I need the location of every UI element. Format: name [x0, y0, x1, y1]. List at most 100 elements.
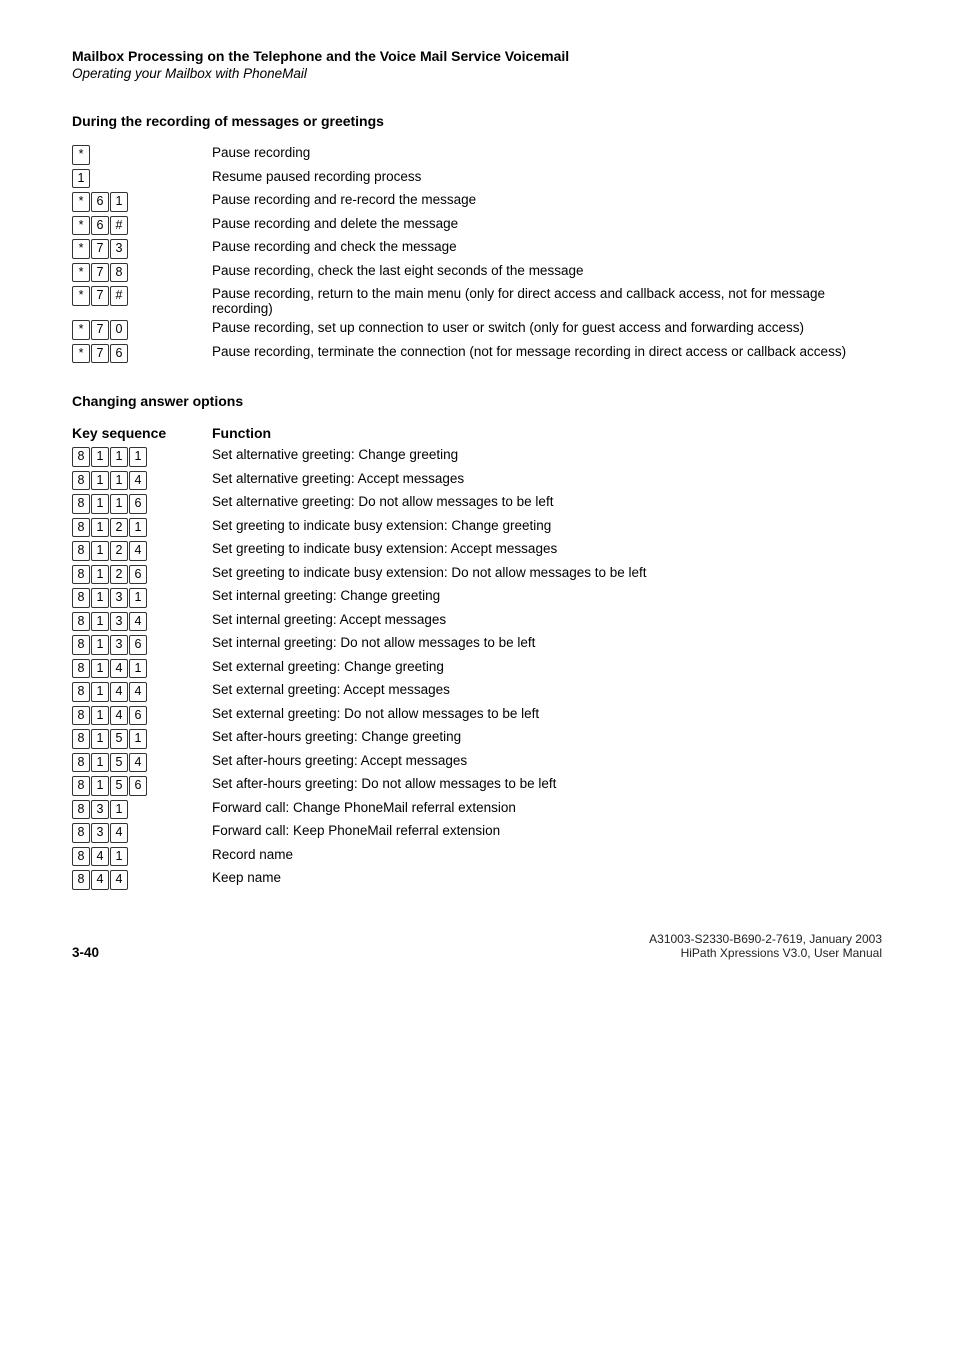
page-header: Mailbox Processing on the Telephone and …: [72, 48, 882, 81]
function-cell: Pause recording, terminate the connectio…: [212, 342, 882, 366]
key-badge: 1: [110, 447, 128, 467]
footer-reference: A31003-S2330-B690-2-7619, January 2003: [649, 932, 882, 946]
key-badge: 4: [110, 870, 128, 890]
key-cell: 841: [72, 845, 212, 869]
key-badge: 8: [72, 776, 90, 796]
key-cell: 844: [72, 868, 212, 892]
table-row: *70 Pause recording, set up connection t…: [72, 318, 882, 342]
table-row: *76 Pause recording, terminate the conne…: [72, 342, 882, 366]
page-subtitle: Operating your Mailbox with PhoneMail: [72, 66, 882, 81]
table-row: 834 Forward call: Keep PhoneMail referra…: [72, 821, 882, 845]
table-header-row: Key sequence Function: [72, 423, 882, 445]
footer-product: HiPath Xpressions V3.0, User Manual: [649, 946, 882, 960]
key-cell: *: [72, 143, 212, 167]
key-badge: 8: [72, 847, 90, 867]
key-badge: 1: [129, 447, 147, 467]
changing-section: Changing answer options Key sequence Fun…: [72, 393, 882, 892]
key-badge: 6: [91, 216, 109, 236]
function-cell: Set after-hours greeting: Do not allow m…: [212, 774, 882, 798]
table-row: 8111 Set alternative greeting: Change gr…: [72, 445, 882, 469]
function-cell: Pause recording and delete the message: [212, 214, 882, 238]
key-cell: *78: [72, 261, 212, 285]
table-row: 8114 Set alternative greeting: Accept me…: [72, 469, 882, 493]
key-badge: 3: [110, 635, 128, 655]
page-title: Mailbox Processing on the Telephone and …: [72, 48, 882, 64]
key-badge: 1: [91, 729, 109, 749]
key-cell: 8114: [72, 469, 212, 493]
key-cell: *76: [72, 342, 212, 366]
table-row: 8141 Set external greeting: Change greet…: [72, 657, 882, 681]
key-cell: *70: [72, 318, 212, 342]
key-badge: 8: [72, 635, 90, 655]
function-cell: Set greeting to indicate busy extension:…: [212, 539, 882, 563]
key-badge: 6: [91, 192, 109, 212]
key-cell: 834: [72, 821, 212, 845]
key-badge: 1: [91, 682, 109, 702]
key-cell: *7#: [72, 284, 212, 318]
key-badge: *: [72, 263, 90, 283]
key-cell: *73: [72, 237, 212, 261]
key-badge: 1: [91, 635, 109, 655]
page-number: 3-40: [72, 945, 99, 960]
key-badge: 7: [91, 263, 109, 283]
function-cell: Pause recording and re-record the messag…: [212, 190, 882, 214]
key-badge: 1: [110, 494, 128, 514]
key-badge: 5: [110, 753, 128, 773]
key-badge: 1: [91, 447, 109, 467]
key-badge: *: [72, 320, 90, 340]
key-badge: 8: [72, 729, 90, 749]
key-badge: 2: [110, 518, 128, 538]
key-badge: 4: [91, 847, 109, 867]
table-row: 8116 Set alternative greeting: Do not al…: [72, 492, 882, 516]
key-badge: 1: [91, 612, 109, 632]
key-badge: 1: [91, 706, 109, 726]
function-cell: Pause recording, return to the main menu…: [212, 284, 882, 318]
key-badge: 8: [72, 800, 90, 820]
key-badge: 1: [110, 192, 128, 212]
key-cell: 8124: [72, 539, 212, 563]
function-cell: Set internal greeting: Change greeting: [212, 586, 882, 610]
key-badge: 1: [72, 169, 90, 189]
table-row: 8121 Set greeting to indicate busy exten…: [72, 516, 882, 540]
changing-section-title: Changing answer options: [72, 393, 882, 409]
key-cell: 8121: [72, 516, 212, 540]
key-badge: 8: [72, 494, 90, 514]
key-cell: *6#: [72, 214, 212, 238]
key-badge: 6: [129, 494, 147, 514]
key-badge: 8: [72, 682, 90, 702]
function-cell: Forward call: Keep PhoneMail referral ex…: [212, 821, 882, 845]
key-badge: 4: [110, 682, 128, 702]
key-badge: 1: [91, 588, 109, 608]
function-cell: Keep name: [212, 868, 882, 892]
key-badge: 3: [91, 823, 109, 843]
key-badge: 6: [129, 635, 147, 655]
key-badge: 4: [110, 823, 128, 843]
key-badge: #: [110, 286, 128, 306]
key-badge: 3: [110, 588, 128, 608]
function-cell: Pause recording, check the last eight se…: [212, 261, 882, 285]
key-badge: 8: [110, 263, 128, 283]
key-cell: 8156: [72, 774, 212, 798]
key-badge: 8: [72, 612, 90, 632]
key-badge: 1: [129, 588, 147, 608]
table-row: *78 Pause recording, check the last eigh…: [72, 261, 882, 285]
function-cell: Pause recording and check the message: [212, 237, 882, 261]
function-cell: Set alternative greeting: Do not allow m…: [212, 492, 882, 516]
function-cell: Set internal greeting: Accept messages: [212, 610, 882, 634]
key-badge: 4: [91, 870, 109, 890]
key-badge: 1: [91, 659, 109, 679]
function-cell: Set after-hours greeting: Accept message…: [212, 751, 882, 775]
key-badge: 8: [72, 588, 90, 608]
table-row: 8136 Set internal greeting: Do not allow…: [72, 633, 882, 657]
key-badge: 7: [91, 286, 109, 306]
key-badge: 4: [129, 682, 147, 702]
key-badge: 4: [129, 753, 147, 773]
function-cell: Set alternative greeting: Change greetin…: [212, 445, 882, 469]
key-badge: 8: [72, 870, 90, 890]
key-cell: *61: [72, 190, 212, 214]
key-badge: 8: [72, 541, 90, 561]
table-row: 1 Resume paused recording process: [72, 167, 882, 191]
key-badge: 1: [91, 753, 109, 773]
key-cell: 8134: [72, 610, 212, 634]
key-badge: 8: [72, 753, 90, 773]
